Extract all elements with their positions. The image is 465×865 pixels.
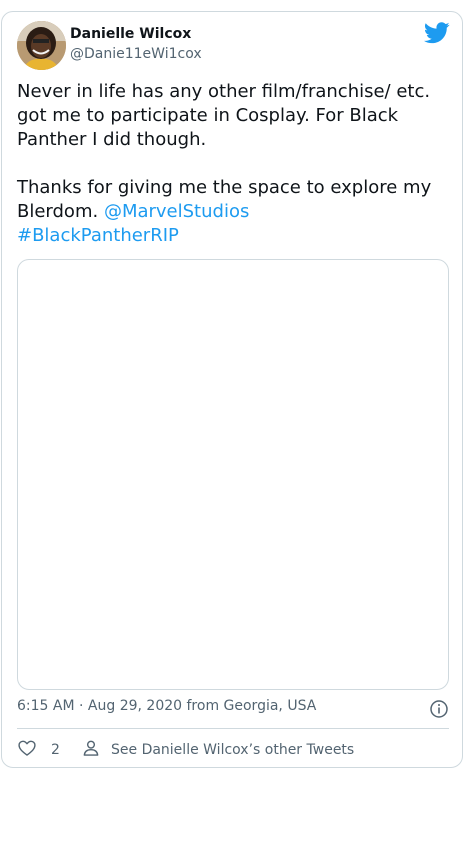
hashtag-link[interactable]: #BlackPantherRIP (17, 225, 179, 246)
heart-icon (17, 738, 37, 762)
divider (17, 728, 449, 729)
tweet-actions: 2 See Danielle Wilcox’s other Tweets (17, 739, 449, 761)
avatar[interactable] (17, 21, 66, 70)
tweet-paragraph-2: Thanks for giving me the space to explor… (17, 176, 437, 248)
like-count: 2 (51, 742, 60, 758)
tweet-paragraph-1: Never in life has any other film/franchi… (17, 81, 431, 150)
media-container[interactable] (17, 259, 449, 690)
timestamp-separator: · (74, 698, 88, 714)
embedded-tweet-card: Danielle Wilcox @Danie11eWi1cox Never in… (1, 11, 463, 768)
timestamp-time[interactable]: 6:15 AM (17, 698, 75, 714)
info-icon[interactable] (429, 699, 449, 719)
mention-link[interactable]: @MarvelStudios (104, 201, 249, 222)
see-other-tweets-label: See Danielle Wilcox’s other Tweets (111, 742, 355, 758)
author-handle[interactable]: @Danie11eWi1cox (70, 46, 202, 62)
like-button[interactable]: 2 (17, 739, 60, 761)
tweet-timestamp[interactable]: 6:15 AM · Aug 29, 2020 from Georgia, USA (17, 698, 316, 714)
timestamp-location[interactable]: Georgia, USA (224, 698, 317, 714)
tweet-text: Never in life has any other film/franchi… (17, 80, 437, 248)
timestamp-from: from (182, 698, 224, 714)
author-name[interactable]: Danielle Wilcox (70, 26, 191, 42)
person-icon (81, 738, 101, 762)
timestamp-date[interactable]: Aug 29, 2020 (88, 698, 182, 714)
see-other-tweets-button[interactable]: See Danielle Wilcox’s other Tweets (81, 739, 354, 761)
twitter-bird-icon[interactable] (423, 22, 450, 44)
